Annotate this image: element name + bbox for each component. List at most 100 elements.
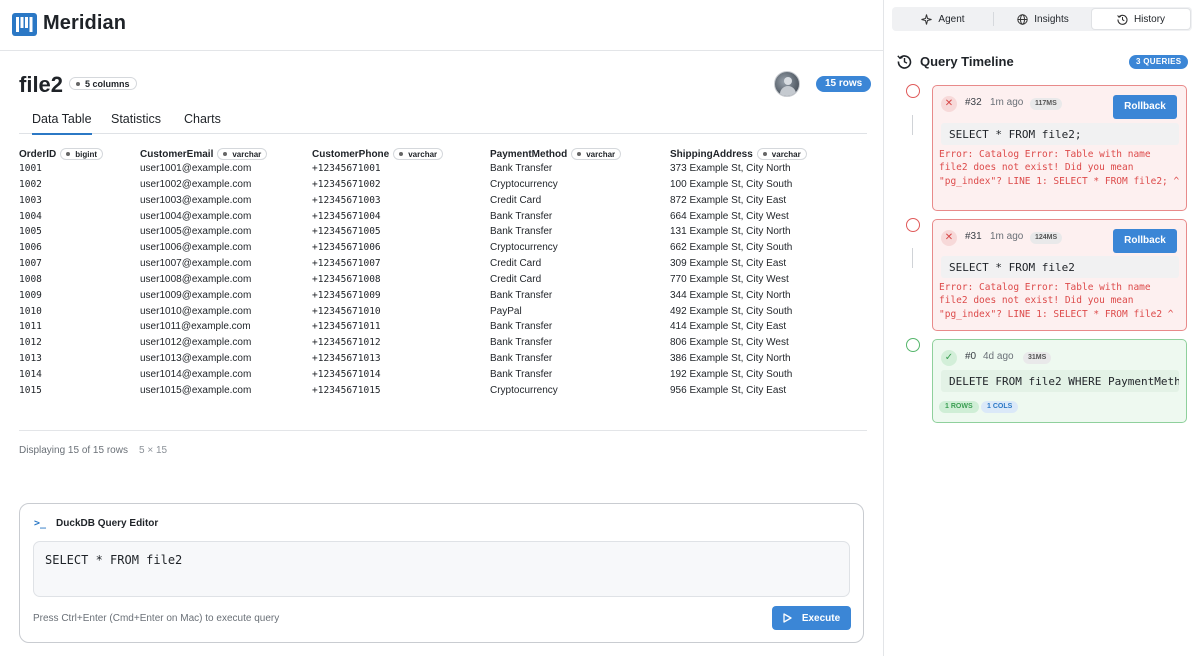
table-cell: +12345671001 [312,163,381,174]
table-cell: 1011 [19,321,42,333]
timeline-connector [912,248,913,268]
segment-insights-label: Insights [1034,13,1069,25]
table-row[interactable]: 1003 user1003@example.com +12345671003 Cred… [19,194,867,210]
query-id: #0 [965,351,977,362]
segment-history[interactable]: History [1092,9,1190,29]
meridian-logo-icon [12,13,37,36]
tab-data-table[interactable]: Data Table [32,112,92,135]
column-header[interactable]: OrderID bigint [19,148,104,160]
segment-agent[interactable]: Agent [894,9,992,29]
tab-statistics[interactable]: Statistics [111,112,161,126]
error-icon: ✕ [941,230,957,246]
table-cell: Cryptocurrency [490,178,558,190]
segment-insights[interactable]: Insights [994,9,1092,29]
table-cell: +12345671011 [312,321,381,333]
query-input[interactable]: SELECT * FROM file2 [33,541,850,597]
table-row[interactable]: 1005 user1005@example.com +12345671005 Bank… [19,225,867,241]
table-row[interactable]: 1004 user1004@example.com +12345671004 Bank… [19,210,867,226]
query-age: 1m ago [990,231,1024,242]
table-cell: +12345671003 [312,194,381,206]
table-row[interactable]: 1014 user1014@example.com +12345671014 Bank… [19,368,867,384]
column-header[interactable]: CustomerEmail varchar [140,148,268,160]
table-row[interactable]: 1001 user1001@example.com +12345671001 Bank… [19,162,867,178]
table-row[interactable]: 1007 user1007@example.com +12345671007 Cred… [19,257,867,273]
terminal-icon: >_ [34,518,47,529]
rollback-button[interactable]: Rollback [1113,95,1177,119]
history-icon [1117,14,1128,25]
timeline-entry: ✕ #31 1m ago 124MS Rollback SELECT * FRO… [932,219,1187,331]
table-cell: 414 Example St, City East [670,321,787,333]
table-cell: user1009@example.com [140,289,252,301]
panel-switcher: Agent Insights History [892,7,1192,31]
query-editor-header: >_ DuckDB Query Editor [34,518,158,529]
table-cell: +12345671014 [312,368,381,380]
check-icon: ✓ [941,350,957,366]
column-header[interactable]: CustomerPhone varchar [312,148,444,160]
table-cell: 373 Example St, City North [670,163,791,174]
table-cell: +12345671015 [312,384,381,396]
table-cell: 1002 [19,178,42,190]
sparkle-icon [921,13,933,25]
table-cell: +12345671005 [312,226,381,238]
table-cell: 1010 [19,305,42,317]
table-cell: user1014@example.com [140,368,252,380]
table-cell: Credit Card [490,273,542,285]
columns-badge-label: 5 columns [85,78,130,89]
table-cell: 1013 [19,353,42,365]
execute-button[interactable]: Execute [772,606,851,630]
table-cell: 662 Example St, City South [670,242,793,254]
timeline-entry: ✕ #32 1m ago 117MS Rollback SELECT * FRO… [932,85,1187,211]
table-row[interactable]: 1015 user1015@example.com +12345671015 Cryp… [19,384,867,400]
table-cell: user1005@example.com [140,226,252,238]
table-row[interactable]: 1002 user1002@example.com +12345671002 Cryp… [19,178,867,194]
column-header-name: PaymentMethod [490,148,568,160]
dot-icon [223,152,228,156]
column-type-badge: bigint [60,148,104,160]
table-cell: +12345671013 [312,353,381,365]
table-cell: +12345671004 [312,210,381,222]
rows-affected-tag: 1 ROWS [939,401,979,413]
query-sql: SELECT * FROM file2 [941,256,1179,278]
query-error-message: Error: Catalog Error: Table with name fi… [939,282,1174,320]
table-cell: user1013@example.com [140,353,252,365]
table-row[interactable]: 1010 user1010@example.com +12345671010 PayP… [19,305,867,321]
table-cell: Bank Transfer [490,353,553,365]
table-cell: 386 Example St, City North [670,353,791,365]
table-cell: 1006 [19,242,42,254]
column-type-badge: varchar [393,148,444,160]
table-cell: user1012@example.com [140,337,252,349]
table-cell: user1008@example.com [140,273,252,285]
table-cell: 956 Example St, City East [670,384,787,396]
table-cell: 131 Example St, City North [670,226,791,238]
table-row[interactable]: 1008 user1008@example.com +12345671008 Cred… [19,273,867,289]
table-cell: 770 Example St, City West [670,273,789,285]
table-row[interactable]: 1009 user1009@example.com +12345671009 Bank… [19,289,867,305]
table-row[interactable]: 1006 user1006@example.com +12345671006 Cryp… [19,241,867,257]
rollback-button[interactable]: Rollback [1113,229,1177,253]
table-cell: user1003@example.com [140,194,252,206]
table-row[interactable]: 1013 user1013@example.com +12345671013 Bank… [19,352,867,368]
query-editor-title: DuckDB Query Editor [56,518,159,529]
table-row[interactable]: 1012 user1012@example.com +12345671012 Bank… [19,336,867,352]
row-count-text: Displaying 15 of 15 rows [19,445,128,456]
query-duration: 124MS [1030,232,1063,244]
table-cell: 806 Example St, City West [670,337,789,349]
table-cell: Bank Transfer [490,163,553,174]
column-header[interactable]: ShippingAddress varchar [670,148,807,160]
column-header[interactable]: PaymentMethod varchar [490,148,622,160]
columns-badge: 5 columns [69,77,137,90]
table-cell: Bank Transfer [490,210,553,222]
table-cell: 664 Example St, City West [670,210,789,222]
table-cell: Credit Card [490,194,542,206]
cols-affected-tag: 1 COLS [981,401,1019,413]
rows-badge: 15 rows [816,76,872,92]
column-header-name: CustomerPhone [312,148,390,160]
table-cell: 1014 [19,368,42,380]
table-cell: +12345671007 [312,258,381,270]
tab-charts[interactable]: Charts [184,112,221,126]
table-cell: 492 Example St, City South [670,305,793,317]
column-type-badge: varchar [756,148,807,160]
table-cell: Bank Transfer [490,368,553,380]
avatar[interactable] [774,71,800,97]
table-row[interactable]: 1011 user1011@example.com +12345671011 Bank… [19,320,867,336]
